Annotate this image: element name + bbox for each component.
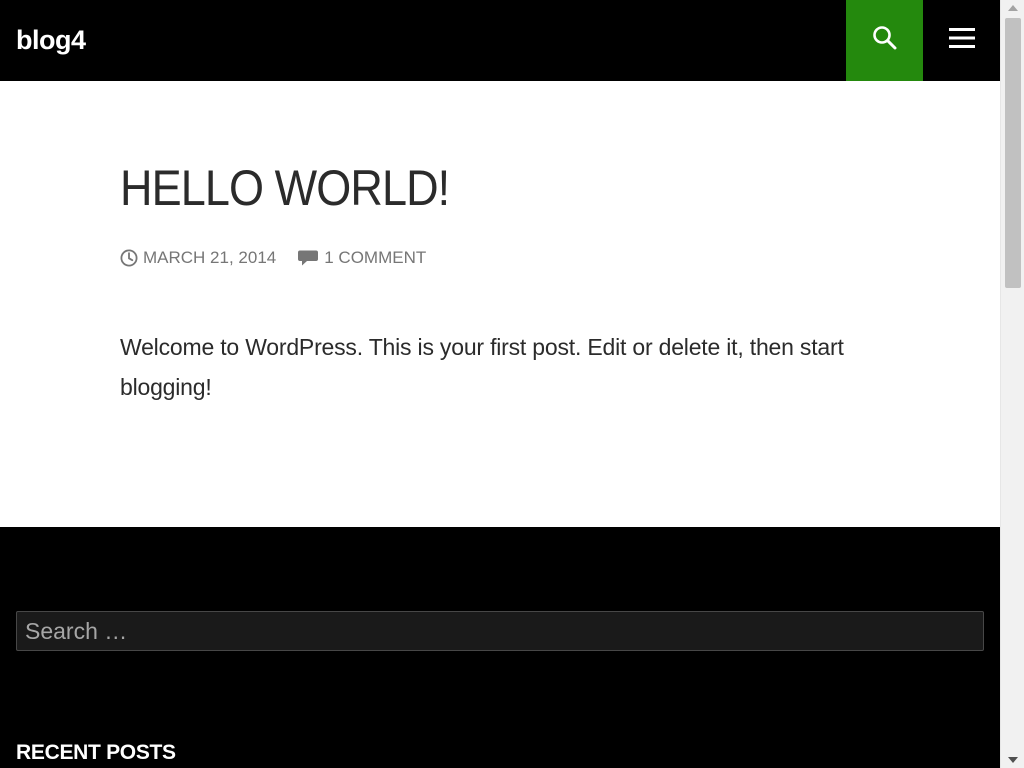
- recent-posts-heading: RECENT POSTS: [16, 741, 176, 764]
- post-body: Welcome to WordPress. This is your first…: [120, 334, 844, 400]
- post-date-link[interactable]: MARCH 21, 2014: [120, 248, 276, 268]
- post-comments-count: 1 COMMENT: [324, 248, 427, 267]
- search-icon: [872, 25, 898, 56]
- comment-bubble-icon: [297, 249, 319, 267]
- clock-icon: [120, 249, 138, 267]
- scroll-down-arrow-icon[interactable]: [1001, 752, 1024, 768]
- main-content: HELLO WORLD! MARCH 21, 2014 1 COMMENT We…: [0, 81, 1000, 527]
- menu-toggle-button[interactable]: [923, 0, 1000, 81]
- scrollbar-thumb[interactable]: [1005, 18, 1021, 288]
- post-date: MARCH 21, 2014: [143, 248, 277, 267]
- widget-area: RECENT POSTS: [0, 527, 1000, 768]
- post-meta: MARCH 21, 2014 1 COMMENT: [120, 247, 426, 269]
- vertical-scrollbar[interactable]: [1000, 0, 1024, 768]
- post-title[interactable]: HELLO WORLD!: [120, 159, 450, 217]
- site-title-link[interactable]: blog4: [16, 22, 86, 58]
- hamburger-menu-icon: [948, 27, 975, 54]
- post-comments-link[interactable]: 1 COMMENT: [297, 248, 426, 268]
- site-header: blog4: [0, 0, 1000, 81]
- search-toggle-button[interactable]: [846, 0, 923, 81]
- page-viewport: blog4 HELLO WORLD! MARCH 21, 2014 1 COMM…: [0, 0, 1000, 768]
- search-input[interactable]: [16, 611, 984, 651]
- scroll-up-arrow-icon[interactable]: [1001, 0, 1024, 16]
